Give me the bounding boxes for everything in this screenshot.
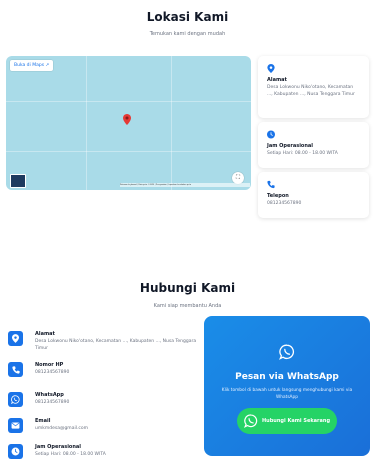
map-grid-line — [6, 151, 251, 152]
map-grid-line — [86, 56, 87, 190]
map-attribution: Pintasan keyboard | Data peta ©2025 | Pe… — [120, 183, 250, 187]
contact-icon-badge — [8, 362, 23, 377]
card-value: Setiap Hari: 08.00 - 18.00 WITA — [267, 151, 338, 156]
whatsapp-title: Pesan via WhatsApp — [235, 372, 339, 382]
contact-label: WhatsApp — [35, 392, 64, 398]
contact-title: Hubungi Kami — [139, 281, 236, 295]
card-title: Telepon — [267, 193, 289, 199]
location-title: Lokasi Kami — [146, 10, 229, 24]
location-pin-icon — [12, 334, 19, 343]
contact-value[interactable]: 081234567890 — [35, 400, 205, 407]
map-pin-icon[interactable] — [123, 114, 131, 125]
map-satellite-toggle[interactable] — [10, 174, 26, 188]
whatsapp-icon — [279, 344, 295, 360]
contact-icon-badge — [8, 444, 23, 459]
location-pin-icon — [267, 64, 275, 73]
open-in-maps-link[interactable]: Buka di Maps ↗ — [10, 60, 54, 71]
whatsapp-icon — [11, 395, 20, 404]
location-subtitle: Temukan kami dengan mudah — [149, 31, 226, 37]
info-card-phone: Telepon 081234567890 — [258, 172, 369, 218]
card-value: Desa Lokwonu Niko'otano, Kecamatan ..., … — [267, 85, 355, 97]
card-value[interactable]: 081234567890 — [267, 201, 360, 208]
contact-label: Jam Operasional — [35, 444, 82, 450]
contact-label: Alamat — [35, 331, 55, 337]
external-link-icon: ↗ — [45, 63, 50, 68]
map-grid-line — [171, 56, 172, 190]
whatsapp-description: Klik tombol di bawah untuk langsung meng… — [221, 388, 353, 400]
info-card-hours: Jam Operasional Setiap Hari: 08.00 - 18.… — [258, 122, 369, 168]
contact-label: Nomor HP — [35, 362, 64, 368]
contact-label: Email — [35, 418, 51, 424]
envelope-icon — [11, 422, 20, 429]
phone-icon — [267, 180, 275, 189]
clock-icon — [11, 447, 20, 456]
clock-icon — [267, 130, 275, 139]
phone-icon — [11, 365, 20, 374]
contact-value: Setiap Hari: 08.00 - 18.00 WITA — [35, 452, 106, 457]
map-grid-line — [6, 101, 251, 102]
card-title: Jam Operasional — [267, 143, 314, 149]
whatsapp-cta-card: Pesan via WhatsApp Klik tombol di bawah … — [204, 316, 370, 456]
whatsapp-icon — [243, 414, 258, 428]
contact-now-label: Hubungi Kami Sekarang — [261, 418, 331, 424]
contact-value[interactable]: 081234567890 — [35, 370, 205, 377]
contact-subtitle: Kami siap membantu Anda — [153, 303, 222, 309]
contact-value[interactable]: umkmdesa@gmail.com — [35, 426, 205, 433]
info-card-address: Alamat Desa Lokwonu Niko'otano, Kecamata… — [258, 56, 369, 118]
contact-value: Desa Lokwonu Niko'otano, Kecamatan ..., … — [35, 339, 197, 351]
contact-now-button[interactable]: Hubungi Kami Sekarang — [237, 408, 337, 434]
contact-icon-badge — [8, 418, 23, 433]
card-title: Alamat — [267, 77, 287, 83]
contact-icon-badge — [8, 331, 23, 346]
contact-icon-badge — [8, 392, 23, 407]
